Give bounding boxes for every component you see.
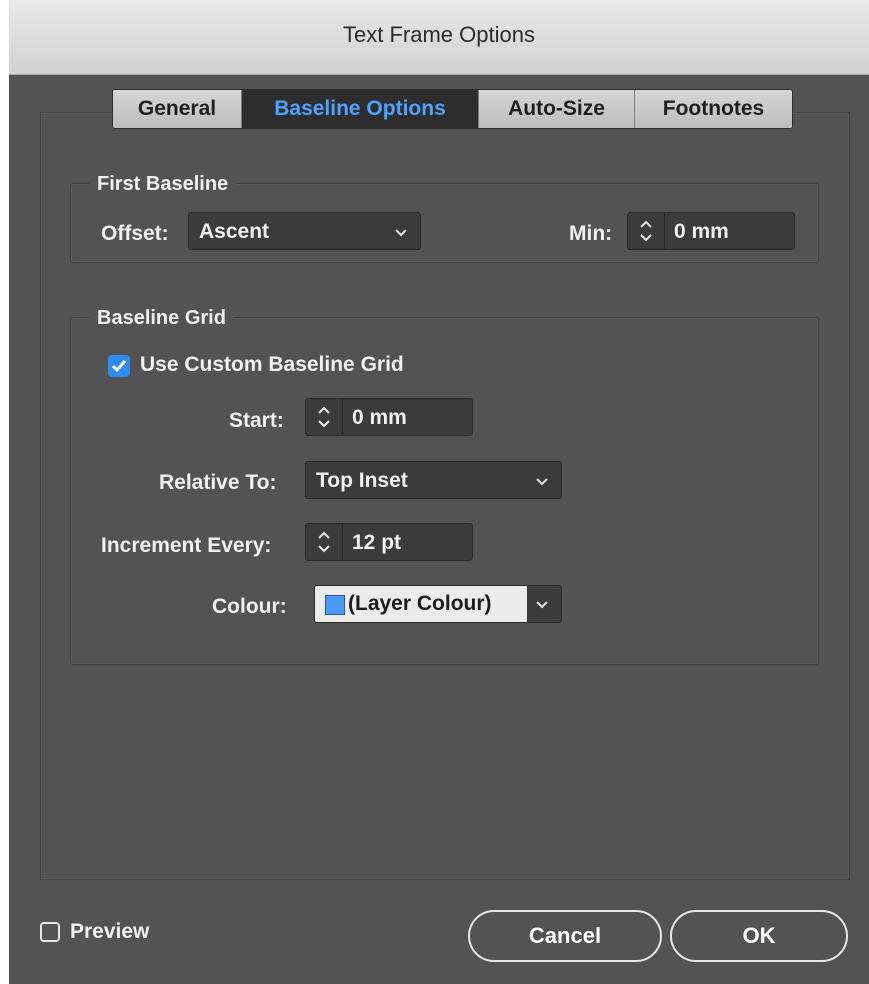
colour-label: Colour: bbox=[212, 595, 287, 618]
use-custom-baseline-grid-label[interactable]: Use Custom Baseline Grid bbox=[140, 353, 404, 377]
tab-baseline-options[interactable]: Baseline Options bbox=[242, 90, 479, 128]
offset-select-value: Ascent bbox=[199, 220, 270, 243]
baseline-grid-group-label: Baseline Grid bbox=[89, 306, 234, 330]
start-label: Start: bbox=[229, 409, 284, 432]
relative-to-value: Top Inset bbox=[316, 469, 408, 492]
colour-value: (Layer Colour) bbox=[348, 592, 492, 615]
colour-select[interactable]: (Layer Colour) bbox=[314, 585, 562, 623]
checkmark-icon bbox=[111, 360, 127, 373]
tab-general[interactable]: General bbox=[113, 90, 242, 128]
stepper-arrows-icon bbox=[640, 220, 652, 242]
layer-colour-swatch bbox=[325, 595, 345, 615]
relative-to-label: Relative To: bbox=[159, 471, 277, 494]
start-stepper[interactable] bbox=[306, 399, 343, 435]
colour-select-value-area: (Layer Colour) bbox=[315, 586, 527, 622]
tab-auto-size[interactable]: Auto-Size bbox=[479, 90, 635, 128]
text-frame-options-dialog: Text Frame Options General Baseline Opti… bbox=[9, 0, 869, 984]
cancel-button[interactable]: Cancel bbox=[468, 910, 662, 962]
increment-every-label: Increment Every: bbox=[101, 534, 272, 557]
tab-bar: General Baseline Options Auto-Size Footn… bbox=[112, 89, 793, 129]
min-label: Min: bbox=[569, 222, 613, 245]
offset-select[interactable]: Ascent bbox=[188, 212, 421, 250]
preview-checkbox[interactable] bbox=[40, 922, 60, 942]
increment-every-value: 12 pt bbox=[352, 531, 402, 554]
stepper-arrows-icon bbox=[318, 531, 330, 553]
title-bar[interactable]: Text Frame Options bbox=[9, 0, 869, 75]
chevron-down-icon bbox=[395, 229, 407, 237]
increment-stepper[interactable] bbox=[306, 524, 343, 560]
chevron-down-icon bbox=[536, 478, 548, 486]
relative-to-select[interactable]: Top Inset bbox=[305, 461, 562, 499]
stepper-arrows-icon bbox=[318, 406, 330, 428]
first-baseline-group-label: First Baseline bbox=[89, 172, 237, 196]
start-value: 0 mm bbox=[352, 406, 407, 429]
start-spinner[interactable]: 0 mm bbox=[305, 398, 473, 436]
use-custom-baseline-grid-checkbox[interactable] bbox=[108, 355, 130, 377]
chevron-down-icon bbox=[536, 601, 548, 609]
ok-button[interactable]: OK bbox=[670, 910, 848, 962]
min-spinner[interactable]: 0 mm bbox=[627, 212, 795, 250]
preview-label[interactable]: Preview bbox=[70, 920, 149, 944]
min-stepper[interactable] bbox=[628, 213, 665, 249]
dialog-title: Text Frame Options bbox=[343, 22, 535, 47]
tab-footnotes[interactable]: Footnotes bbox=[635, 90, 792, 128]
min-value: 0 mm bbox=[674, 220, 729, 243]
offset-label: Offset: bbox=[101, 222, 169, 245]
increment-every-spinner[interactable]: 12 pt bbox=[305, 523, 473, 561]
